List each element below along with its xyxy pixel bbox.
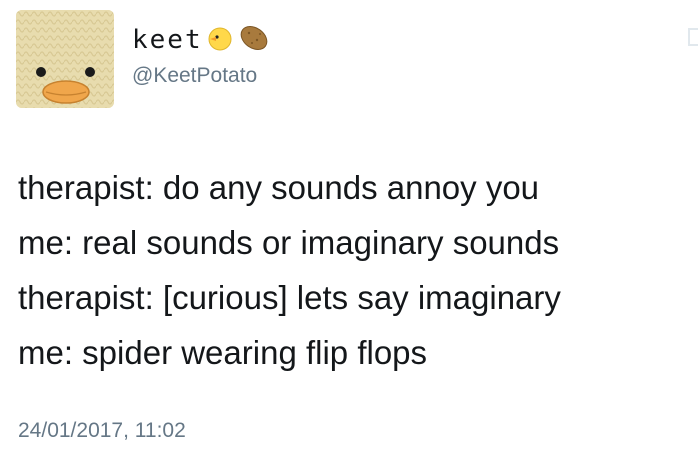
tweet-line: me: real sounds or imaginary sounds bbox=[18, 224, 560, 261]
tweet-line: therapist: [curious] lets say imaginary bbox=[18, 279, 561, 316]
tweet-text: therapist: do any sounds annoy you me: r… bbox=[18, 160, 688, 380]
tweet-line: therapist: do any sounds annoy you bbox=[18, 169, 540, 206]
duck-avatar-icon bbox=[16, 10, 114, 108]
menu-caret-icon[interactable] bbox=[688, 28, 698, 46]
user-handle[interactable]: @KeetPotato bbox=[132, 64, 271, 88]
name-row: keet bbox=[132, 22, 271, 58]
display-name[interactable]: keet bbox=[132, 25, 203, 55]
tweet-card: keet @KeetPotato therapist: do any sound… bbox=[0, 0, 700, 457]
user-info: keet @KeetPotato bbox=[132, 22, 271, 88]
avatar[interactable] bbox=[16, 10, 114, 108]
tweet-timestamp[interactable]: 24/01/2017, 11:02 bbox=[18, 419, 186, 443]
tweet-line: me: spider wearing flip flops bbox=[18, 334, 428, 371]
potato-icon bbox=[237, 23, 271, 58]
baby-chick-icon bbox=[207, 25, 233, 56]
